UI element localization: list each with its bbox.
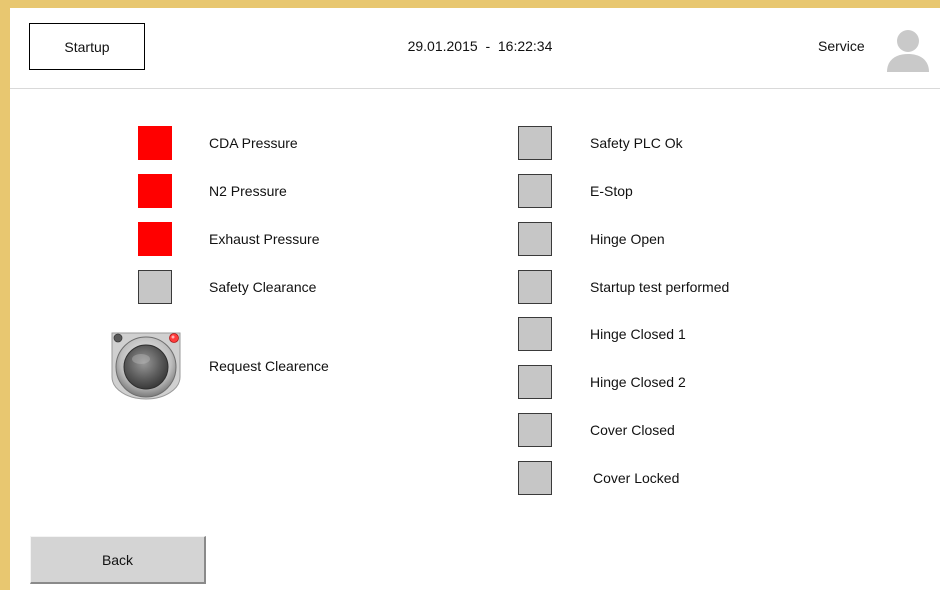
- startup-test-indicator: [518, 270, 552, 304]
- e-stop-indicator: [518, 174, 552, 208]
- safety-plc-ok-label: Safety PLC Ok: [590, 135, 683, 151]
- exhaust-pressure-label: Exhaust Pressure: [209, 231, 320, 247]
- screen-title: Startup: [29, 23, 145, 70]
- cover-closed-indicator: [518, 413, 552, 447]
- hinge-closed-1-indicator: [518, 317, 552, 351]
- round-push-button-icon[interactable]: [106, 325, 186, 405]
- user-avatar-icon[interactable]: [885, 26, 931, 72]
- hinge-closed-2-indicator: [518, 365, 552, 399]
- cover-closed-label: Cover Closed: [590, 422, 675, 438]
- n2-pressure-label: N2 Pressure: [209, 183, 287, 199]
- hinge-closed-1-label: Hinge Closed 1: [590, 326, 686, 342]
- request-clearance-label[interactable]: Request Clearence: [209, 357, 329, 375]
- safety-clearance-label: Safety Clearance: [209, 279, 317, 295]
- hinge-open-label: Hinge Open: [590, 231, 665, 247]
- e-stop-label: E-Stop: [590, 183, 633, 199]
- cda-pressure-indicator: [138, 126, 172, 160]
- user-label[interactable]: Service: [818, 38, 865, 54]
- hmi-panel: Startup 29.01.2015 - 16:22:34 Service CD…: [10, 8, 940, 590]
- datetime-display: 29.01.2015 - 16:22:34: [407, 38, 553, 54]
- hinge-closed-2-label: Hinge Closed 2: [590, 374, 686, 390]
- cover-locked-label: Cover Locked: [593, 470, 680, 486]
- safety-plc-ok-indicator: [518, 126, 552, 160]
- header-bar: Startup 29.01.2015 - 16:22:34 Service: [10, 8, 940, 89]
- back-button[interactable]: Back: [30, 536, 206, 584]
- n2-pressure-indicator: [138, 174, 172, 208]
- hinge-open-indicator: [518, 222, 552, 256]
- cover-locked-indicator: [518, 461, 552, 495]
- startup-test-label: Startup test performed: [590, 279, 730, 295]
- exhaust-pressure-indicator: [138, 222, 172, 256]
- safety-clearance-indicator: [138, 270, 172, 304]
- cda-pressure-label: CDA Pressure: [209, 135, 298, 151]
